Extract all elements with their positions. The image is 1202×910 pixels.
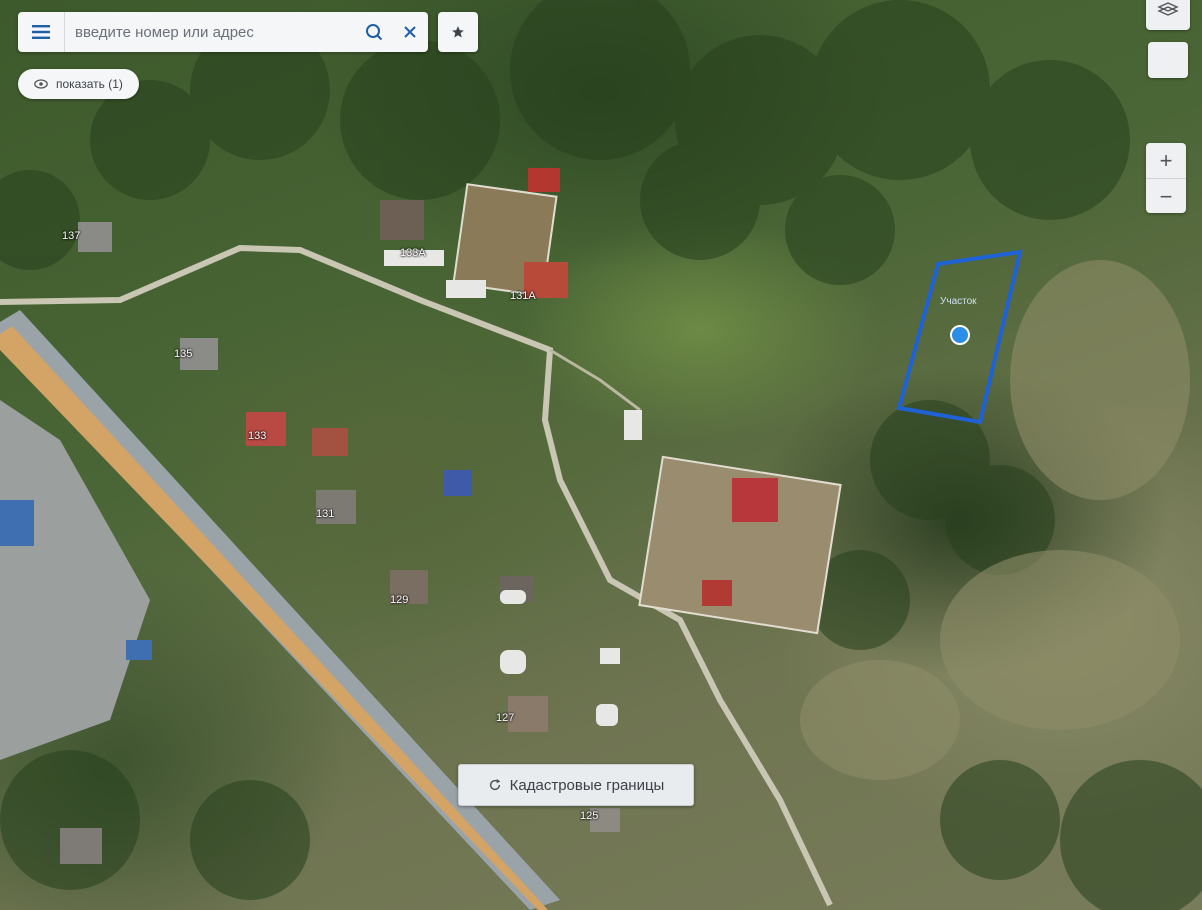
show-button[interactable]: показать (1) (18, 69, 139, 99)
house-number-133: 133 (248, 430, 267, 442)
refresh-icon (489, 778, 500, 791)
house-number-133a: 133А (400, 247, 426, 259)
zoom-in-button[interactable]: + (1146, 143, 1186, 179)
satellite-map[interactable]: 137 133А 131А 135 133 131 129 127 125 Уч… (0, 0, 1202, 910)
house-number-131: 131 (316, 508, 335, 520)
search-bar (18, 12, 428, 52)
close-icon (404, 26, 416, 38)
zoom-control: + − (1146, 143, 1186, 213)
house-number-131a: 131А (510, 290, 536, 302)
magnifier-icon (366, 24, 383, 41)
show-button-label: показать (1) (56, 77, 123, 91)
white-structures (384, 250, 642, 726)
house-number-129: 129 (390, 594, 409, 606)
house-number-125: 125 (580, 810, 599, 822)
zoom-out-button[interactable]: − (1146, 179, 1186, 214)
house-number-127: 127 (496, 712, 515, 724)
cadastre-borders-button[interactable]: Кадастровые границы (458, 764, 694, 806)
layers-button[interactable] (1146, 0, 1190, 30)
clear-button[interactable] (392, 12, 428, 52)
favorites-button[interactable] (438, 12, 478, 52)
menu-button[interactable] (18, 12, 65, 52)
search-button[interactable] (356, 12, 392, 52)
parcel-marker[interactable] (950, 325, 970, 345)
house-number-137: 137 (62, 230, 81, 242)
cadastre-borders-label: Кадастровые границы (509, 776, 665, 794)
map-tool-button[interactable] (1148, 42, 1188, 78)
house-number-135: 135 (174, 348, 193, 360)
hamburger-menu-icon (32, 25, 50, 39)
layers-icon (1157, 2, 1179, 16)
dirt-road-branch (549, 348, 641, 412)
eye-icon (34, 79, 48, 89)
parcel-label: Участок (940, 296, 977, 307)
search-input[interactable] (65, 13, 356, 51)
star-icon (452, 26, 464, 38)
